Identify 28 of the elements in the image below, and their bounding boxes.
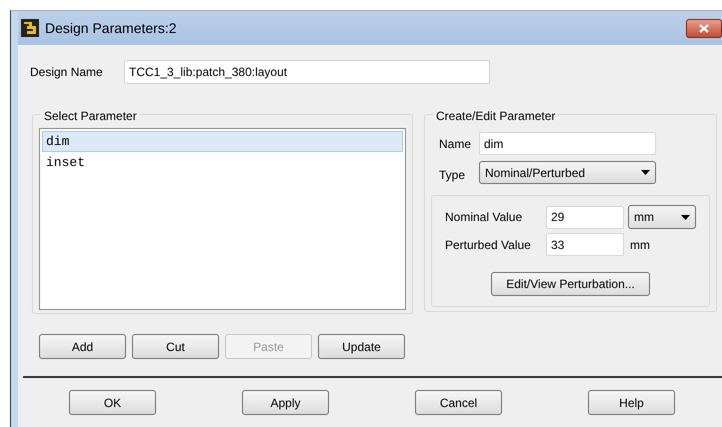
dialog-button[interactable]: OK xyxy=(69,390,156,415)
close-button[interactable] xyxy=(686,18,722,38)
dropdown-arrow-icon xyxy=(641,170,650,175)
app-icon xyxy=(21,19,39,37)
dialog-button[interactable]: Cancel xyxy=(415,390,502,415)
design-name-label: Design Name xyxy=(30,64,104,81)
parameter-item[interactable]: inset xyxy=(42,152,403,173)
parameter-item[interactable]: dim xyxy=(42,131,403,152)
unit-label: mm xyxy=(630,236,650,254)
list-action-button[interactable]: Update xyxy=(318,334,405,359)
type-dropdown[interactable]: Nominal/Perturbed xyxy=(479,161,656,184)
dialog-button[interactable]: Help xyxy=(588,390,675,415)
list-action-button[interactable]: Cut xyxy=(132,334,219,359)
nominal-value-label: Nominal Value xyxy=(445,209,524,226)
edit-perturbation-button[interactable]: Edit/View Perturbation... xyxy=(491,272,650,296)
close-icon xyxy=(699,24,709,32)
perturbed-value-field[interactable]: 33 xyxy=(546,233,624,256)
dialog-button[interactable]: Apply xyxy=(242,390,329,415)
window-title: Design Parameters:2 xyxy=(45,18,177,38)
perturbed-value-label: Perturbed Value xyxy=(445,236,532,254)
nominal-value-field[interactable]: 29 xyxy=(546,206,624,228)
dropdown-arrow-icon xyxy=(681,214,690,220)
design-name-field[interactable]: TCC1_3_lib:patch_380:layout xyxy=(124,60,490,84)
unit-dropdown[interactable]: mm xyxy=(628,205,696,229)
name-label: Name xyxy=(439,136,472,152)
type-label: Type xyxy=(439,166,466,184)
name-field[interactable]: dim xyxy=(479,132,656,155)
list-action-button[interactable]: Add xyxy=(39,334,126,359)
